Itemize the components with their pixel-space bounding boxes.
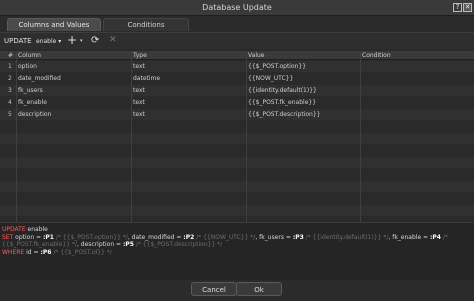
row-column: description xyxy=(18,111,52,118)
sql-text: , fk_users = xyxy=(255,233,293,241)
empty-row xyxy=(0,205,474,216)
row-index: 2 xyxy=(8,75,12,82)
row-column: option xyxy=(18,63,37,70)
window-title: Database Update xyxy=(202,3,272,12)
sql-line: {{$_POST.fk_enable}} */, description = :… xyxy=(2,241,472,249)
sql-text: , description = xyxy=(76,241,123,249)
sql-line: SET option = :P1 /* {{$_POST.option}} */… xyxy=(2,234,472,242)
chevron-down-icon: ▾ xyxy=(58,38,62,45)
column-divider xyxy=(131,51,132,222)
close-window-button[interactable]: ✕ xyxy=(463,3,472,12)
tab-columns-and-values[interactable]: Columns and Values xyxy=(7,18,101,31)
sql-param: :P6 xyxy=(40,248,52,256)
columns-grid: # Column Type Value Condition 1 option t… xyxy=(0,49,474,222)
sql-text: , fk_enable = xyxy=(388,233,430,241)
tab-conditions[interactable]: Conditions xyxy=(103,18,189,31)
sql-comment: /* {{$_POST.description}} */ xyxy=(133,241,223,249)
header-column: Column xyxy=(18,52,41,59)
sql-comment: /* {{identity.default(1)}} */ xyxy=(303,233,389,241)
row-value: {{$_POST.fk_enable}} xyxy=(248,99,317,106)
sql-comment: /* {{NOW_UTC}} */ xyxy=(194,233,256,241)
empty-row xyxy=(0,157,474,168)
header-condition: Condition xyxy=(362,52,391,59)
row-column: date_modified xyxy=(18,75,61,82)
table-row[interactable]: 4 fk_enable text {{$_POST.fk_enable}} xyxy=(0,97,474,108)
table-row[interactable]: 5 description text {{$_POST.description}… xyxy=(0,109,474,120)
sql-text: option = xyxy=(13,233,43,241)
tab-bar: Columns and Values Conditions xyxy=(0,16,474,32)
sql-text: id = xyxy=(24,248,41,256)
grid-header: # Column Type Value Condition xyxy=(0,51,474,60)
sql-preview: UPDATE enable SET option = :P1 /* {{$_PO… xyxy=(0,222,474,280)
update-keyword: UPDATE xyxy=(4,37,32,45)
help-icon[interactable]: ? xyxy=(453,3,462,12)
sql-comment: /* {{$_POST.id}} */ xyxy=(51,248,112,256)
sql-keyword: UPDATE xyxy=(2,226,26,233)
row-type: text xyxy=(133,63,145,70)
empty-row xyxy=(0,169,474,180)
empty-row xyxy=(0,121,474,132)
row-index: 4 xyxy=(8,99,12,106)
sql-line: WHERE id = :P6 /* {{$_POST.id}} */ xyxy=(2,249,472,257)
row-value: {{identity.default(1)}} xyxy=(248,87,317,94)
empty-row xyxy=(0,145,474,156)
empty-row xyxy=(0,133,474,144)
sql-param: :P1 xyxy=(43,233,54,241)
table-name: enable xyxy=(36,38,57,45)
sql-param: :P3 xyxy=(292,233,304,241)
sql-param: :P5 xyxy=(122,241,134,249)
column-divider xyxy=(246,51,247,222)
sql-keyword: SET xyxy=(2,233,14,241)
sql-comment: /* {{$_POST.option}} */ xyxy=(53,233,128,241)
sql-param: :P2 xyxy=(183,233,195,241)
empty-row xyxy=(0,181,474,192)
row-index: 1 xyxy=(8,63,12,70)
row-value: {{$_POST.option}} xyxy=(248,63,307,70)
refresh-icon[interactable]: ⟳ xyxy=(91,35,99,46)
header-type: Type xyxy=(133,52,147,59)
title-bar: Database Update ? ✕ xyxy=(0,0,474,16)
header-index: # xyxy=(8,52,14,59)
row-value: {{NOW_UTC}} xyxy=(248,75,294,82)
row-type: text xyxy=(133,99,145,106)
ok-button[interactable]: Ok xyxy=(236,282,282,296)
sql-keyword: WHERE xyxy=(2,248,25,256)
row-column: fk_users xyxy=(18,87,43,94)
sql-text: enable xyxy=(25,226,48,233)
toolbar: UPDATE enable ▾ + ▾ ⟳ ✕ xyxy=(0,32,474,49)
row-column: fk_enable xyxy=(18,99,47,106)
row-type: text xyxy=(133,87,145,94)
chevron-down-icon[interactable]: ▾ xyxy=(80,38,83,44)
column-divider xyxy=(360,51,361,222)
table-row[interactable]: 3 fk_users text {{identity.default(1)}} xyxy=(0,85,474,96)
close-icon[interactable]: ✕ xyxy=(109,35,117,45)
dialog-footer: Cancel Ok xyxy=(0,280,474,301)
row-value: {{$_POST.description}} xyxy=(248,111,321,118)
table-row[interactable]: 2 date_modified datetime {{NOW_UTC}} xyxy=(0,73,474,84)
row-index: 5 xyxy=(8,111,12,118)
plus-icon[interactable]: + xyxy=(67,33,77,47)
header-value: Value xyxy=(248,52,265,59)
row-type: text xyxy=(133,111,145,118)
sql-line: UPDATE enable xyxy=(2,226,472,234)
sql-comment: {{$_POST.fk_enable}} */ xyxy=(2,241,77,249)
empty-row xyxy=(0,193,474,204)
table-row[interactable]: 1 option text {{$_POST.option}} xyxy=(0,61,474,72)
sql-text: , date_modified = xyxy=(127,233,184,241)
sql-param: :P4 xyxy=(430,233,441,241)
column-divider xyxy=(16,51,17,222)
cancel-button[interactable]: Cancel xyxy=(191,282,237,296)
row-type: datetime xyxy=(133,75,161,82)
row-index: 3 xyxy=(8,87,12,94)
sql-comment: /* xyxy=(440,233,448,241)
table-select[interactable]: enable ▾ xyxy=(36,38,61,45)
